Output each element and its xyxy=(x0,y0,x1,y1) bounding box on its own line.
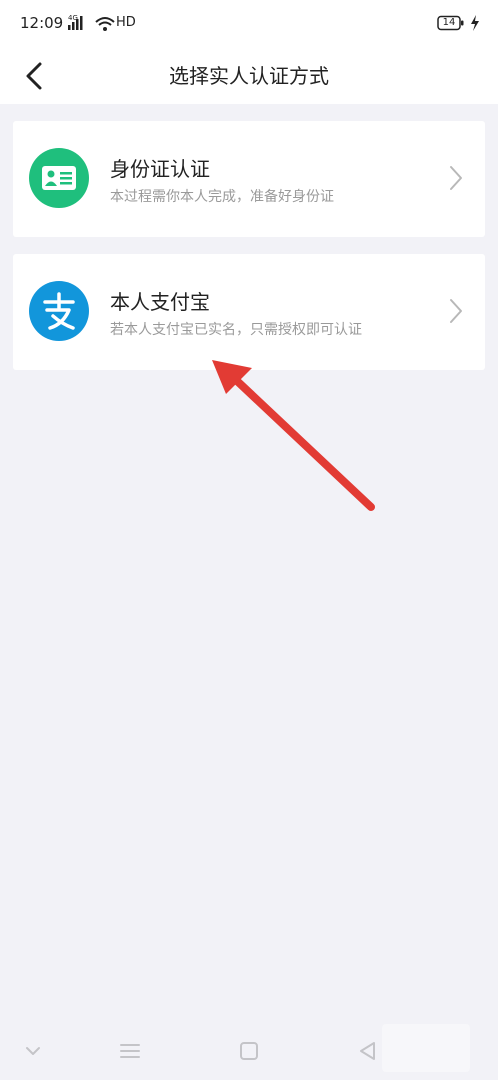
system-nav-bar xyxy=(0,1020,498,1080)
charging-icon xyxy=(471,15,479,31)
hd-label: HD xyxy=(116,15,136,30)
option-subtitle: 若本人支付宝已实名，只需授权即可认证 xyxy=(110,322,362,338)
chevron-right-icon xyxy=(450,299,462,323)
option-title: 本人支付宝 xyxy=(110,290,210,314)
chevron-down-icon[interactable] xyxy=(20,1038,46,1064)
watermark-blur xyxy=(382,1024,470,1072)
status-time: 12:09 xyxy=(20,14,64,32)
battery-icon: 14 xyxy=(437,15,465,31)
page-title: 选择实人认证方式 xyxy=(169,64,329,88)
header: 选择实人认证方式 xyxy=(0,48,498,104)
battery-level: 14 xyxy=(442,17,456,28)
back-triangle-icon[interactable] xyxy=(354,1038,380,1064)
option-title: 身份证认证 xyxy=(110,157,210,181)
option-subtitle: 本过程需你本人完成，准备好身份证 xyxy=(110,189,334,205)
chevron-right-icon xyxy=(450,166,462,190)
status-bar: 12:09 4G HD 14 xyxy=(0,0,498,48)
home-square-icon[interactable] xyxy=(236,1038,262,1064)
option-alipay[interactable]: 本人支付宝 若本人支付宝已实名，只需授权即可认证 xyxy=(13,254,485,370)
alipay-icon xyxy=(29,281,89,341)
menu-icon[interactable] xyxy=(117,1038,143,1064)
id-card-icon xyxy=(29,148,89,208)
option-id-card[interactable]: 身份证认证 本过程需你本人完成，准备好身份证 xyxy=(13,121,485,237)
